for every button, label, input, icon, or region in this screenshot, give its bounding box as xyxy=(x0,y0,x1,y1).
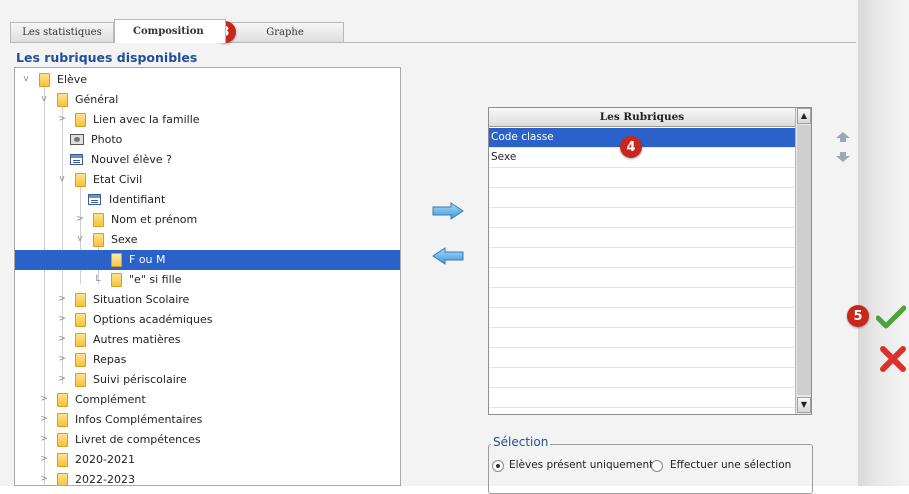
folder-icon xyxy=(93,233,104,247)
chevron-right-icon[interactable]: > xyxy=(57,294,67,304)
tree-item-infos-complementaires[interactable]: > Infos Complémentaires xyxy=(15,410,400,430)
folder-icon xyxy=(93,213,104,227)
radio-custom-selection[interactable] xyxy=(651,460,663,472)
list-item-empty xyxy=(489,388,795,408)
tree-item-repas[interactable]: > Repas xyxy=(15,350,400,370)
list-header: Les Rubriques xyxy=(489,108,795,127)
radio-custom-selection-label[interactable]: Effectuer une sélection xyxy=(670,459,791,471)
folder-icon xyxy=(39,73,50,87)
tree-item-2022-2023[interactable]: > 2022-2023 xyxy=(15,470,400,485)
folder-icon xyxy=(57,93,68,107)
move-up-icon[interactable] xyxy=(836,132,850,142)
add-arrow-icon[interactable] xyxy=(431,202,465,220)
tree-item-eleve[interactable]: v Elève xyxy=(15,70,400,90)
list-item-sexe[interactable]: Sexe xyxy=(489,148,795,168)
tree-item-photo[interactable]: Photo xyxy=(15,130,400,150)
chevron-right-icon[interactable]: > xyxy=(57,334,67,344)
chevron-down-icon[interactable]: v xyxy=(39,94,49,104)
list-item-empty xyxy=(489,268,795,288)
tree-item-general[interactable]: v Général xyxy=(15,90,400,110)
folder-icon xyxy=(111,253,122,267)
chevron-down-icon[interactable]: v xyxy=(21,74,31,84)
folder-icon xyxy=(75,173,86,187)
list-item-empty xyxy=(489,288,795,308)
chevron-right-icon[interactable]: > xyxy=(57,114,67,124)
table-field-icon xyxy=(70,154,83,165)
scroll-up-icon[interactable]: ▲ xyxy=(797,108,811,124)
selection-legend: Sélection xyxy=(491,435,551,449)
list-item-empty xyxy=(489,368,795,388)
move-down-icon[interactable] xyxy=(836,152,850,162)
tree-item-nouvel-eleve[interactable]: Nouvel élève ? xyxy=(15,150,400,170)
tree-item-lien-famille[interactable]: > Lien avec la famille xyxy=(15,110,400,130)
list-item-empty xyxy=(489,308,795,328)
chevron-right-icon[interactable]: > xyxy=(57,314,67,324)
folder-icon xyxy=(75,333,86,347)
folder-icon xyxy=(75,293,86,307)
folder-icon xyxy=(75,113,86,127)
list-item-empty xyxy=(489,248,795,268)
tree-item-sexe[interactable]: v Sexe xyxy=(15,230,400,250)
chevron-down-icon[interactable]: v xyxy=(75,234,85,244)
action-strip xyxy=(858,0,909,486)
radio-present-only[interactable] xyxy=(492,460,504,472)
validate-check-icon[interactable] xyxy=(876,305,906,329)
step-badge-4: 4 xyxy=(620,136,642,158)
folder-icon xyxy=(111,273,122,287)
tree-branch-icon: L xyxy=(95,274,101,284)
chevron-right-icon[interactable]: > xyxy=(39,454,49,464)
chevron-right-icon[interactable]: > xyxy=(39,474,49,484)
tree-item-identifiant[interactable]: Identifiant xyxy=(15,190,400,210)
scroll-thumb[interactable] xyxy=(797,125,811,395)
tree-item-f-ou-m[interactable]: F ou M xyxy=(15,250,400,270)
tree-item-2020-2021[interactable]: > 2020-2021 xyxy=(15,450,400,470)
radio-present-only-label[interactable]: Elèves présent uniquement xyxy=(509,459,653,471)
chevron-down-icon[interactable]: v xyxy=(57,174,67,184)
tree-item-etat-civil[interactable]: v Etat Civil xyxy=(15,170,400,190)
folder-icon xyxy=(57,413,68,427)
cancel-x-icon[interactable] xyxy=(879,345,907,373)
folder-icon xyxy=(75,353,86,367)
folder-icon xyxy=(57,453,68,467)
table-field-icon xyxy=(88,194,101,205)
folder-icon xyxy=(75,373,86,387)
list-scrollbar[interactable]: ▲ ▼ xyxy=(795,108,811,414)
folder-icon xyxy=(57,473,68,485)
list-item-empty xyxy=(489,348,795,368)
available-fields-title: Les rubriques disponibles xyxy=(16,50,198,65)
folder-icon xyxy=(75,313,86,327)
list-item-empty xyxy=(489,188,795,208)
chevron-right-icon[interactable]: > xyxy=(57,354,67,364)
list-item-code-classe[interactable]: Code classe xyxy=(489,128,795,148)
tree-item-suivi-periscolaire[interactable]: > Suivi périscolaire xyxy=(15,370,400,390)
tree-item-autres-matieres[interactable]: > Autres matières xyxy=(15,330,400,350)
selected-fields-list[interactable]: Les Rubriques Code classe Sexe ▲ ▼ xyxy=(488,107,812,415)
chevron-right-icon[interactable]: > xyxy=(39,434,49,444)
chevron-right-icon[interactable]: > xyxy=(57,374,67,384)
list-item-empty xyxy=(489,208,795,228)
list-item-empty xyxy=(489,228,795,248)
tree-item-situation-scolaire[interactable]: > Situation Scolaire xyxy=(15,290,400,310)
tree-item-nom-prenom[interactable]: > Nom et prénom xyxy=(15,210,400,230)
tree-item-options-academiques[interactable]: > Options académiques xyxy=(15,310,400,330)
tab-composition[interactable]: Composition xyxy=(114,19,226,43)
tree-item-e-si-fille[interactable]: L "e" si fille xyxy=(15,270,400,290)
scroll-down-icon[interactable]: ▼ xyxy=(797,397,811,413)
tree-item-livret-competences[interactable]: > Livret de compétences xyxy=(15,430,400,450)
step-badge-5: 5 xyxy=(847,305,869,327)
tab-statistiques[interactable]: Les statistiques xyxy=(10,22,114,42)
chevron-right-icon[interactable]: > xyxy=(75,214,85,224)
tree-item-complement[interactable]: > Complément xyxy=(15,390,400,410)
chevron-right-icon[interactable]: > xyxy=(39,394,49,404)
photo-icon xyxy=(70,134,84,145)
list-item-empty xyxy=(489,168,795,188)
folder-icon xyxy=(57,433,68,447)
composition-window: Les statistiques Graphe Composition 3 Le… xyxy=(0,0,909,494)
list-item-empty xyxy=(489,328,795,348)
folder-icon xyxy=(57,393,68,407)
chevron-right-icon[interactable]: > xyxy=(39,414,49,424)
available-fields-tree[interactable]: v Elève v Général > Lien avec la famille… xyxy=(14,67,401,486)
tab-graphe[interactable]: Graphe xyxy=(226,22,344,42)
remove-arrow-icon[interactable] xyxy=(431,247,465,265)
